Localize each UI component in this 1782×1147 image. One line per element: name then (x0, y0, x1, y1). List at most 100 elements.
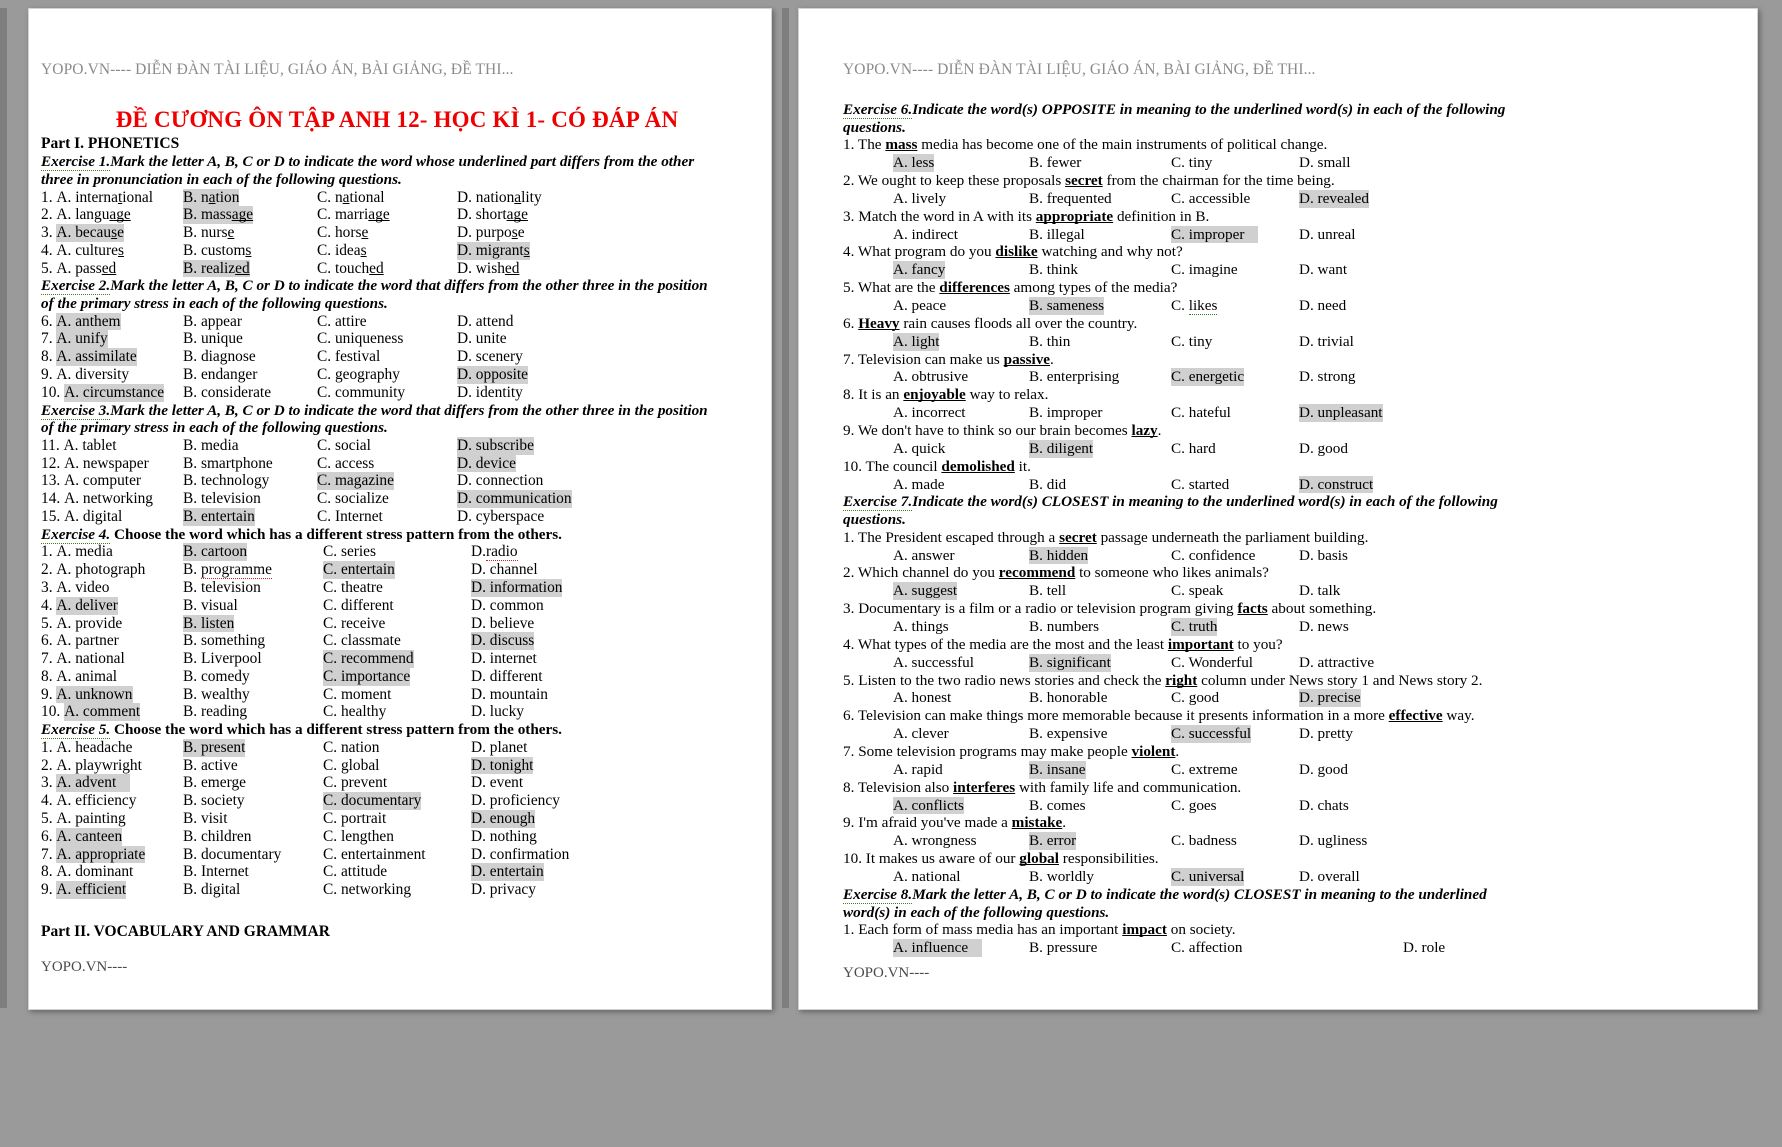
option-b[interactable]: B. digital (183, 881, 240, 899)
option-a[interactable]: A. circumstance (64, 383, 165, 402)
option-b[interactable]: B. realized (183, 259, 250, 278)
option-c[interactable]: C. networking (323, 881, 411, 899)
option-c[interactable]: C. theatre (323, 579, 383, 597)
option-c[interactable]: C. healthy (323, 703, 386, 721)
option-a[interactable]: A. comment (64, 703, 141, 722)
option-c[interactable]: C. access (317, 455, 374, 473)
option-b[interactable]: B. significant (1029, 653, 1111, 672)
option-c[interactable]: C. uniqueness (317, 330, 403, 348)
option-c[interactable]: C. community (317, 384, 405, 402)
option-b[interactable]: B. think (1029, 261, 1078, 279)
option-a[interactable]: A. answer (893, 547, 955, 565)
option-d[interactable]: D. common (471, 597, 544, 615)
option-b[interactable]: B. children (183, 828, 251, 846)
option-d[interactable]: D. need (1299, 297, 1346, 315)
option-a[interactable]: A. national (893, 868, 960, 886)
option-a[interactable]: A. unify (56, 330, 108, 349)
option-d[interactable]: D. scenery (457, 348, 523, 366)
option-a[interactable]: A. deliver (56, 596, 118, 615)
option-c[interactable]: C. horse (317, 224, 368, 242)
option-c[interactable]: C. classmate (323, 632, 401, 650)
option-a[interactable]: A. appropriate (56, 845, 146, 864)
option-d[interactable]: D. news (1299, 618, 1349, 636)
option-c[interactable]: C. extreme (1171, 761, 1238, 779)
option-d[interactable]: D. discuss (471, 632, 535, 651)
option-a[interactable]: A. assimilate (56, 348, 137, 367)
option-d[interactable]: D. revealed (1299, 189, 1369, 208)
option-d[interactable]: D. strong (1299, 368, 1356, 386)
option-d[interactable]: D. device (457, 454, 516, 473)
option-c[interactable]: C. tiny (1171, 154, 1212, 172)
option-a[interactable]: A. digital (64, 508, 122, 526)
option-d[interactable]: D. unpleasant (1299, 404, 1383, 422)
option-d[interactable]: D. lucky (471, 703, 524, 721)
option-a[interactable]: A. national (56, 650, 124, 668)
option-b[interactable]: B. insane (1029, 760, 1086, 779)
option-a[interactable]: A. wrongness (893, 832, 977, 850)
option-b[interactable]: B. honorable (1029, 689, 1107, 707)
option-d[interactable]: D. good (1299, 440, 1348, 458)
option-d[interactable]: D.radio (471, 543, 518, 562)
option-d[interactable]: D. wished (457, 260, 519, 278)
option-b[interactable]: B. nation (183, 188, 240, 207)
option-a[interactable]: A. successful (893, 654, 974, 672)
option-c[interactable]: C. confidence (1171, 547, 1255, 565)
option-b[interactable]: B. Internet (183, 863, 249, 881)
option-a[interactable]: A. international (56, 189, 153, 207)
option-d[interactable]: D. shortage (457, 206, 528, 224)
option-a[interactable]: A. headache (56, 739, 132, 757)
option-b[interactable]: B. expensive (1029, 725, 1107, 743)
option-d[interactable]: D. event (471, 774, 523, 792)
option-a[interactable]: A. because (56, 224, 124, 242)
option-a[interactable]: A. efficiency (56, 792, 136, 810)
option-c[interactable]: C. speak (1171, 582, 1223, 600)
option-a[interactable]: A. cultures (56, 242, 124, 260)
option-c[interactable]: C. documentary (323, 792, 422, 810)
option-b[interactable]: B. reading (183, 703, 247, 721)
option-a[interactable]: A. indirect (893, 226, 958, 244)
option-a[interactable]: A. quick (893, 440, 945, 458)
option-a[interactable]: A. suggest (893, 582, 958, 601)
option-a[interactable]: A. made (893, 476, 944, 494)
option-a[interactable]: A. canteen (56, 827, 123, 846)
option-c[interactable]: C. touched (317, 260, 384, 278)
option-b[interactable]: B. tell (1029, 582, 1066, 600)
option-a[interactable]: A. computer (64, 472, 141, 490)
option-b[interactable]: B. technology (183, 472, 269, 490)
option-d[interactable]: D. subscribe (457, 436, 534, 455)
option-b[interactable]: B. worldly (1029, 868, 1094, 886)
option-a[interactable]: A. dominant (56, 863, 133, 881)
option-c[interactable]: C. lengthen (323, 828, 394, 846)
option-b[interactable]: B. unique (183, 330, 243, 348)
option-a[interactable]: A. honest (893, 689, 951, 707)
option-d[interactable]: D. overall (1299, 868, 1360, 886)
option-d[interactable]: D. privacy (471, 881, 536, 899)
option-a[interactable]: A. video (56, 579, 109, 597)
option-d[interactable]: D. precise (1299, 689, 1361, 708)
option-c[interactable]: C. entertainment (323, 846, 426, 864)
option-a[interactable]: A. lively (893, 190, 946, 208)
option-b[interactable]: B. emerge (183, 774, 246, 792)
option-c[interactable]: C. energetic (1171, 368, 1245, 387)
option-c[interactable]: C. attire (317, 313, 367, 331)
option-d[interactable]: D. good (1299, 761, 1348, 779)
option-b[interactable]: B. something (183, 632, 265, 650)
option-a[interactable]: A. animal (56, 668, 117, 686)
option-d[interactable]: D. role (1403, 939, 1445, 957)
option-c[interactable]: C. Internet (317, 508, 383, 526)
option-b[interactable]: B. visual (183, 597, 238, 615)
option-c[interactable]: C. affection (1171, 939, 1242, 957)
option-b[interactable]: B. hidden (1029, 546, 1089, 565)
option-b[interactable]: B. illegal (1029, 226, 1085, 244)
option-b[interactable]: B. enterprising (1029, 368, 1119, 386)
option-c[interactable]: C. entertain (323, 561, 395, 579)
option-c[interactable]: C. importance (323, 667, 411, 686)
option-c[interactable]: C. prevent (323, 774, 387, 792)
option-d[interactable]: D. small (1299, 154, 1350, 172)
option-d[interactable]: D. different (471, 668, 543, 686)
option-d[interactable]: D. ugliness (1299, 832, 1367, 850)
option-a[interactable]: A. light (893, 332, 940, 351)
option-d[interactable]: D. pretty (1299, 725, 1353, 743)
option-c[interactable]: C. attitude (323, 863, 387, 881)
option-d[interactable]: D. unite (457, 330, 507, 348)
